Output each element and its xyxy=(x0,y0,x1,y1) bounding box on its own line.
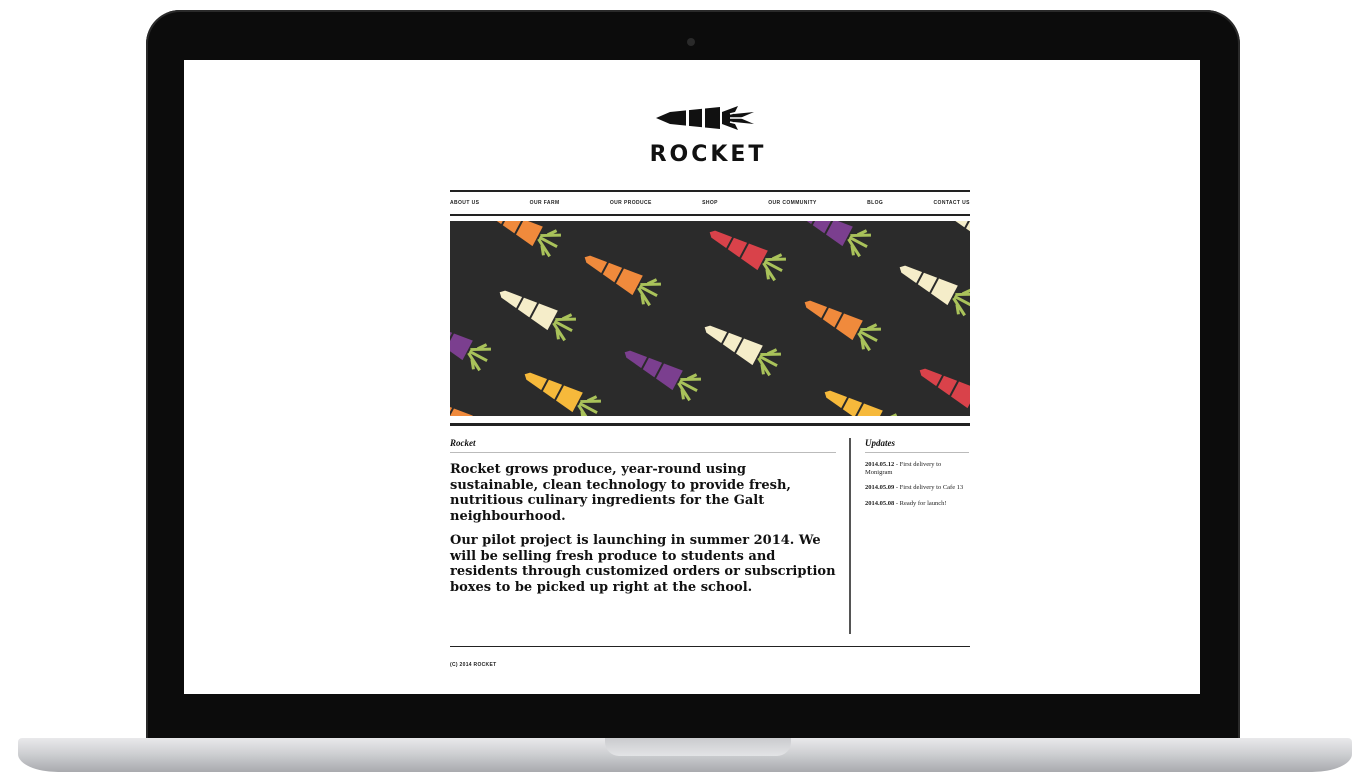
section-label: Rocket xyxy=(450,438,836,453)
main-content: Rocket Rocket grows produce, year-round … xyxy=(450,438,836,595)
update-text: - First delivery to Cafe 13 xyxy=(894,484,964,491)
carrot-icon xyxy=(484,221,561,258)
carrot-icon xyxy=(709,230,786,282)
carrot-icon xyxy=(524,372,601,416)
nav-shop[interactable]: SHOP xyxy=(702,200,718,206)
copyright-text: (C) 2014 ROCKET xyxy=(450,662,497,668)
intro-paragraph: Rocket grows produce, year-round using s… xyxy=(450,462,791,524)
nav-our-farm[interactable]: OUR FARM xyxy=(530,200,560,206)
carrot-rocket-logo-icon[interactable] xyxy=(656,104,760,132)
update-date: 2014.05.12 xyxy=(865,461,895,468)
laptop-base-notch xyxy=(605,738,791,756)
carrot-icon xyxy=(919,368,970,409)
carrot-icon xyxy=(450,395,473,416)
update-item[interactable]: 2014.05.08 - Ready for launch! xyxy=(865,500,969,508)
nav-contact-us[interactable]: CONTACT US xyxy=(934,200,970,206)
carrot-icon xyxy=(804,300,881,352)
footer-divider xyxy=(450,646,970,647)
carrot-pattern xyxy=(450,221,970,416)
update-date: 2014.05.09 xyxy=(865,484,895,491)
update-text: - Ready for launch! xyxy=(894,499,947,507)
updates-title: Updates xyxy=(865,438,969,453)
column-divider xyxy=(849,438,851,634)
carrot-icon xyxy=(794,221,871,258)
nav-about-us[interactable]: ABOUT US xyxy=(450,200,479,206)
carrot-icon xyxy=(584,255,661,307)
carrot-icon xyxy=(824,390,901,416)
update-date: 2014.05.08 xyxy=(865,499,895,507)
carrot-icon xyxy=(704,325,781,377)
laptop-mockup: ROCKET ABOUT US OUR FARM OUR PRODUCE SHO… xyxy=(0,0,1370,781)
nav-our-community[interactable]: OUR COMMUNITY xyxy=(768,200,817,206)
main-nav: ABOUT US OUR FARM OUR PRODUCE SHOP OUR C… xyxy=(450,190,970,215)
hero-banner xyxy=(450,221,970,416)
updates-sidebar: Updates 2014.05.12 - First delivery to M… xyxy=(865,438,969,507)
camera-icon xyxy=(687,38,695,46)
carrot-icon xyxy=(899,265,970,317)
carrot-icon xyxy=(499,290,576,342)
nav-blog[interactable]: BLOG xyxy=(867,200,883,206)
pilot-paragraph: Our pilot project is launching in summer… xyxy=(450,533,836,595)
website-screen: ROCKET ABOUT US OUR FARM OUR PRODUCE SHO… xyxy=(184,60,1200,694)
update-item[interactable]: 2014.05.09 - First delivery to Cafe 13 xyxy=(865,484,969,492)
hero-divider xyxy=(450,423,970,426)
carrot-icon xyxy=(934,221,970,241)
update-item[interactable]: 2014.05.12 - First delivery to Monigram xyxy=(865,461,969,476)
brand-name: ROCKET xyxy=(649,142,767,167)
carrot-icon xyxy=(450,320,491,372)
carrot-icon xyxy=(624,350,701,402)
nav-our-produce[interactable]: OUR PRODUCE xyxy=(610,200,652,206)
nav-divider xyxy=(450,215,970,216)
